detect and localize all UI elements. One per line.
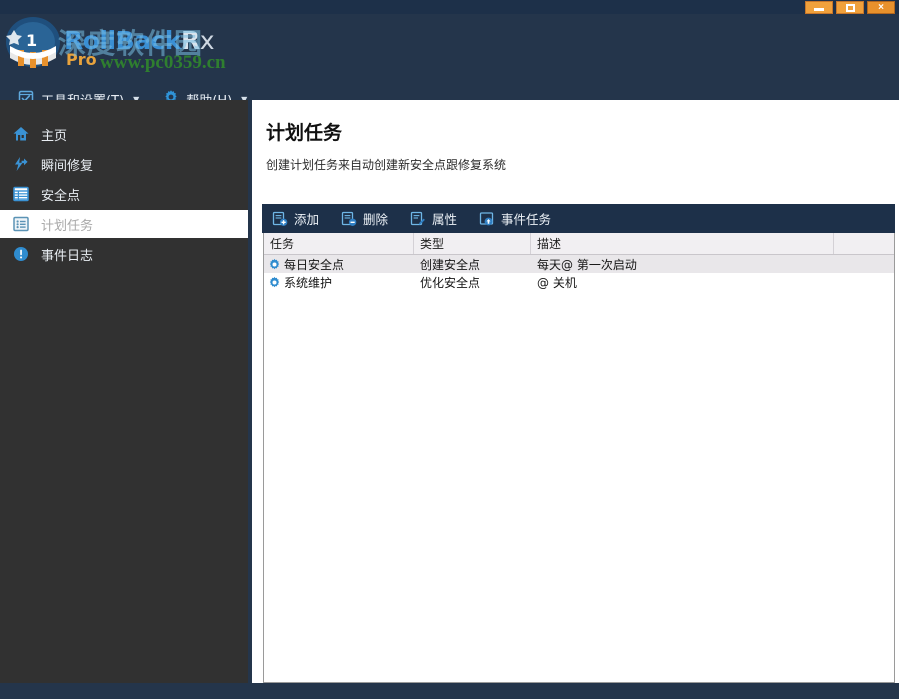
event-task-icon (479, 211, 495, 227)
sidebar-item-label: 事件日志 (41, 245, 93, 264)
table-row[interactable]: 每日安全点 创建安全点 每天@ 第一次启动 (264, 255, 894, 273)
cell-task: 系统维护 (264, 274, 414, 291)
scheduled-task-icon (12, 215, 30, 233)
task-toolbar: 添加 删除 (262, 204, 895, 233)
menu-label-help: 帮助(H) (186, 90, 232, 101)
sidebar-item-event-log[interactable]: 事件日志 (0, 240, 248, 268)
menu-item-tools-settings[interactable]: 工具和设置(T) ▼ (18, 89, 139, 100)
menu-item-help[interactable]: 帮助(H) ▼ (163, 89, 247, 100)
sidebar-item-label: 安全点 (41, 185, 80, 204)
minimize-button[interactable] (805, 1, 833, 14)
sidebar-item-instant-restore[interactable]: 瞬间修复 (0, 150, 248, 178)
toolbar-label: 添加 (294, 209, 319, 228)
sidebar-item-home[interactable]: 主页 (0, 120, 248, 148)
sidebar-item-label: 主页 (41, 125, 67, 144)
cell-task-label: 系统维护 (284, 274, 332, 291)
table-header-row: 任务 类型 描述 (264, 233, 894, 255)
toolbar-label: 事件任务 (501, 209, 551, 228)
toolbar-label: 删除 (363, 209, 388, 228)
gear-icon (268, 258, 281, 271)
column-header-task[interactable]: 任务 (264, 233, 414, 254)
cell-description: @ 关机 (531, 274, 834, 291)
app-header: 1 RollBackRx Pro 深度软件园 www.pc0359.cn 工具和… (0, 14, 899, 100)
calendar-check-icon (18, 89, 34, 100)
page-subtitle: 创建计划任务来自动创建新安全点跟修复系统 (266, 156, 506, 173)
lightning-restore-icon (12, 155, 30, 173)
watermark-url: www.pc0359.cn (100, 52, 226, 74)
sidebar-item-label: 瞬间修复 (41, 155, 93, 174)
sidebar: 主页 瞬间修复 安全点 (0, 100, 248, 683)
maximize-icon (846, 4, 855, 12)
event-task-button[interactable]: 事件任务 (479, 209, 551, 228)
cell-task: 每日安全点 (264, 256, 414, 273)
svg-text:1: 1 (26, 31, 37, 50)
tasks-table: 任务 类型 描述 每日安全点 创建安全点 每天@ 第一次启动 (263, 233, 895, 683)
maximize-button[interactable] (836, 1, 864, 14)
page-title: 计划任务 (266, 118, 342, 145)
sidebar-item-scheduled-tasks[interactable]: 计划任务 (0, 210, 248, 238)
content-panel: 计划任务 创建计划任务来自动创建新安全点跟修复系统 添加 (248, 100, 899, 683)
menu-label-tools-settings: 工具和设置(T) (41, 90, 124, 101)
column-header-type[interactable]: 类型 (414, 233, 531, 254)
sidebar-item-label: 计划任务 (41, 215, 93, 234)
close-button[interactable]: × (867, 1, 895, 14)
sidebar-item-snapshots[interactable]: 安全点 (0, 180, 248, 208)
cell-type: 创建安全点 (414, 256, 531, 273)
app-logo: 1 (4, 16, 62, 72)
cell-type: 优化安全点 (414, 274, 531, 291)
add-task-icon (272, 211, 288, 227)
title-bar: × (0, 0, 899, 14)
cell-task-label: 每日安全点 (284, 256, 344, 273)
close-icon: × (878, 3, 884, 13)
properties-icon (410, 211, 426, 227)
application-window: × 1 RollBackRx Pro 深度软件园 www.pc0359.cn (0, 0, 899, 699)
window-controls: × (805, 1, 895, 14)
home-icon (12, 125, 30, 143)
column-header-spacer[interactable] (834, 233, 894, 254)
gear-icon (163, 89, 179, 100)
table-row[interactable]: 系统维护 优化安全点 @ 关机 (264, 273, 894, 291)
delete-task-icon (341, 211, 357, 227)
gear-icon (268, 276, 281, 289)
list-grid-icon (12, 185, 30, 203)
info-circle-icon (12, 245, 30, 263)
delete-task-button[interactable]: 删除 (341, 209, 388, 228)
cell-description: 每天@ 第一次启动 (531, 256, 834, 273)
column-header-description[interactable]: 描述 (531, 233, 834, 254)
add-task-button[interactable]: 添加 (272, 209, 319, 228)
minimize-icon (814, 8, 824, 11)
menu-bar: 工具和设置(T) ▼ 帮助(H) ▼ (0, 84, 247, 100)
toolbar-label: 属性 (432, 209, 457, 228)
window-footer (0, 683, 899, 699)
properties-button[interactable]: 属性 (410, 209, 457, 228)
